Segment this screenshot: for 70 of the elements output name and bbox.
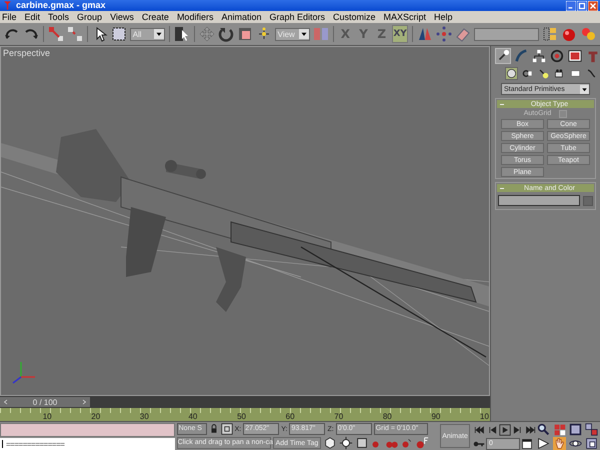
undo-icon[interactable] [4, 26, 20, 42]
maximize-icon[interactable] [577, 0, 587, 10]
menu-item[interactable]: Modifiers [176, 12, 214, 22]
tick-label: 10 [479, 411, 490, 421]
selection-filter-dropdown[interactable]: All [130, 28, 165, 40]
track-bar[interactable]: 10 20 30 40 50 60 70 80 90 10 [0, 408, 490, 421]
tick-label: 20 [90, 411, 102, 421]
text-cursor-icon [2, 440, 3, 448]
reference-coordinate-dropdown[interactable]: View [274, 28, 310, 40]
viewport[interactable]: Perspective [0, 46, 490, 396]
lock-icon[interactable] [208, 423, 219, 435]
tick-label: 30 [138, 411, 150, 421]
unlink-icon[interactable] [66, 26, 83, 42]
selection-region-icon[interactable] [110, 26, 127, 42]
menu-item[interactable]: Customize [333, 12, 376, 22]
menu-item[interactable]: Group [77, 12, 102, 22]
cube-icon[interactable] [323, 436, 338, 450]
menu-item[interactable]: Animation [221, 12, 262, 22]
box-icon[interactable] [355, 436, 370, 450]
color-swatch[interactable] [583, 196, 593, 206]
menu-item[interactable]: Help [434, 12, 453, 22]
menu-item[interactable]: Create [142, 12, 169, 22]
viewport-label[interactable]: Perspective [3, 48, 50, 58]
dropdown-arrow-icon[interactable] [580, 84, 589, 94]
frame-counter: 0 / 100 [32, 398, 58, 407]
listener-field[interactable]: ============== [0, 438, 175, 450]
menu-item[interactable]: Tools [48, 12, 70, 22]
menu-item[interactable]: Edit [24, 12, 40, 22]
time-configuration-icon[interactable] [521, 438, 533, 450]
menu-item[interactable]: MAXScript [384, 12, 426, 22]
zoom-extents-all-icon[interactable] [585, 422, 598, 436]
mirror-icon[interactable] [416, 26, 433, 42]
tick-label: 80 [382, 411, 393, 421]
minimize-icon[interactable] [566, 0, 576, 10]
absolute-mode-icon[interactable] [220, 423, 233, 435]
link-icon[interactable] [48, 26, 64, 42]
tick-label: 70 [333, 411, 344, 421]
zoom-extents-icon[interactable] [569, 422, 582, 436]
axis-tripod-icon [12, 362, 35, 384]
named-selection-field[interactable] [474, 28, 540, 40]
layers-icon[interactable] [542, 26, 558, 42]
tick-label: 40 [187, 411, 198, 421]
window-title: carbine.gmax - gmax [16, 0, 107, 11]
move-icon[interactable] [198, 26, 215, 42]
zoom-icon[interactable] [537, 422, 550, 436]
pan-hand-icon[interactable] [553, 436, 566, 450]
maximize-viewport-icon[interactable] [585, 436, 598, 450]
name-field[interactable] [498, 195, 580, 206]
menu-item[interactable]: File [2, 12, 17, 22]
close-icon[interactable] [588, 0, 598, 10]
tick-label: 90 [430, 411, 442, 421]
scale-icon[interactable] [236, 26, 253, 42]
axis-button[interactable]: XY [392, 25, 408, 43]
go-to-end-icon[interactable] [525, 424, 537, 436]
menu-item[interactable]: Graph Editors [269, 12, 326, 22]
macro-recorder-field[interactable] [0, 423, 175, 437]
zoom-all-icon[interactable] [553, 422, 566, 436]
tick-label: 10 [42, 411, 53, 421]
time-slider[interactable]: 0 / 100 [0, 396, 490, 408]
array-icon[interactable] [436, 26, 452, 42]
rotate-icon[interactable] [218, 26, 234, 42]
field-of-view-icon[interactable] [537, 436, 550, 450]
time-slider-thumb[interactable]: 0 / 100 [0, 397, 90, 408]
listener-text: ============== [6, 440, 64, 448]
go-to-start-icon[interactable] [473, 424, 485, 436]
play-icon[interactable] [499, 424, 511, 436]
tick-label: 50 [236, 411, 247, 421]
menu-item[interactable]: Views [110, 12, 134, 22]
select-by-name-icon[interactable] [174, 26, 190, 42]
tick-label: 60 [284, 411, 296, 421]
